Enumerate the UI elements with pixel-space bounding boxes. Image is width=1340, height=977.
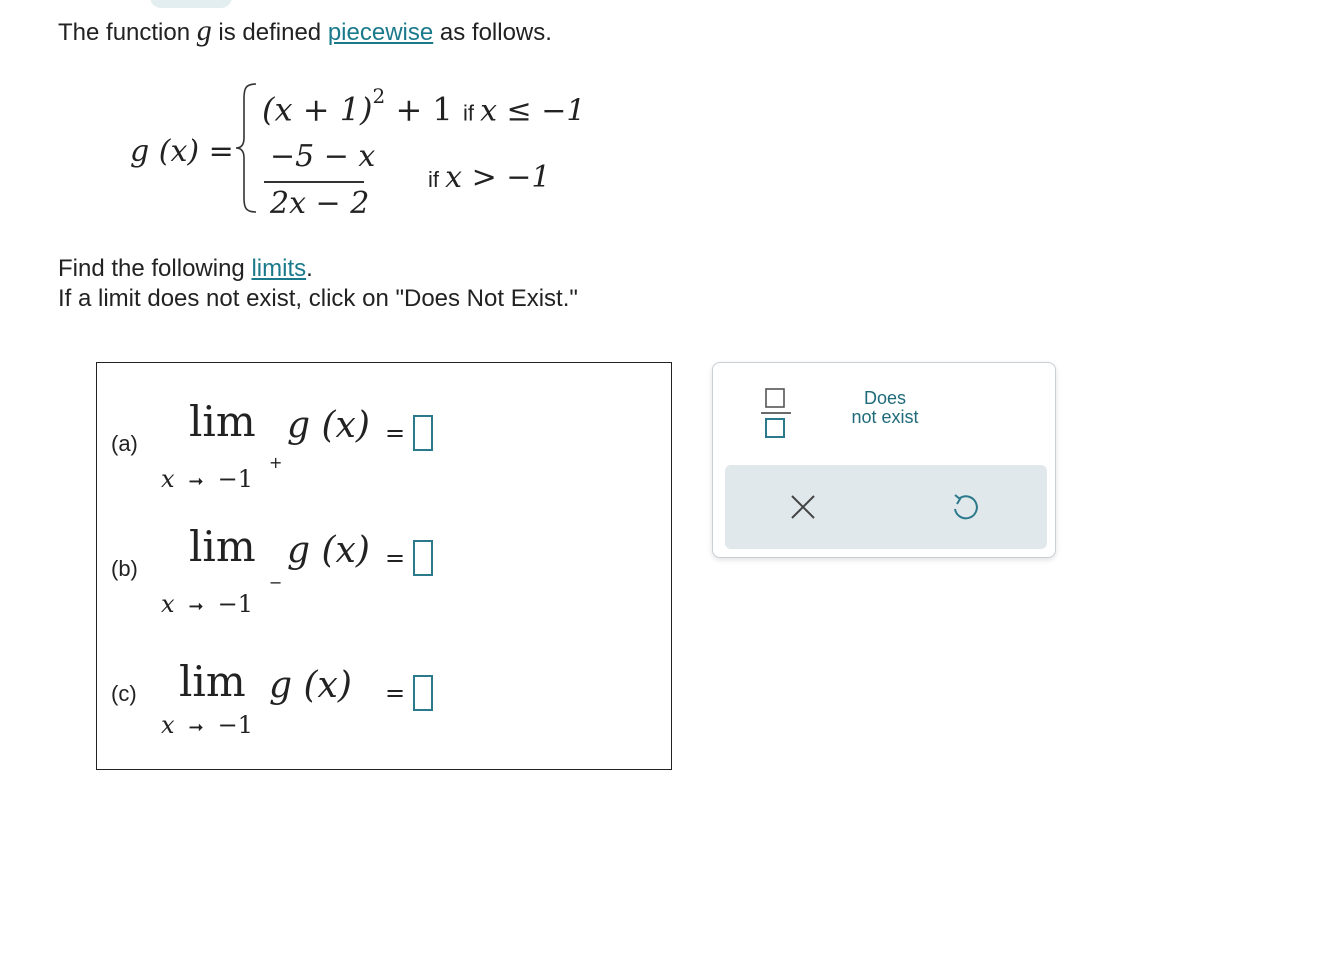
piecewise-definition: g (x) = (x + 1)2 + 1 if x ≤ −1 −5 − x 2x… [0, 0, 700, 240]
part-b-answer-input[interactable] [413, 540, 433, 576]
part-b-target: −1 [217, 590, 254, 618]
part-b-function: g (x) [287, 530, 370, 571]
limit-problems-panel: (a) lim g (x) x ➞ −1 + = (b) lim g (x) x ➞ −… [96, 362, 672, 770]
part-a-target: −1 [217, 465, 254, 493]
left-brace-icon [235, 83, 257, 213]
case2-numerator: −5 − x [270, 139, 376, 174]
case1-condition: x ≤ −1 [480, 93, 586, 129]
part-a-label: (a) [111, 431, 138, 456]
dne-line-1: Does [863, 388, 907, 408]
right-arrow-icon: ➞ [188, 471, 204, 492]
part-c-target: −1 [217, 711, 254, 739]
part-a-side: + [269, 453, 283, 472]
piecewise-case-2-condition: if x > −1 [428, 160, 550, 195]
case2-if: if [428, 167, 446, 192]
case2-fraction-bar [264, 181, 364, 183]
part-a-answer-input[interactable] [413, 415, 433, 451]
part-a-var: x [161, 465, 175, 493]
fraction-template-icon [761, 388, 791, 438]
right-arrow-icon: ➞ [188, 596, 204, 617]
part-b-subscript: x ➞ −1 [161, 590, 253, 618]
does-not-exist-button[interactable]: Does not exist [831, 389, 939, 439]
part-a-lim: lim [189, 397, 256, 446]
case1-if: if [462, 100, 481, 126]
part-b-label: (b) [111, 556, 138, 581]
limits-link[interactable]: limits [251, 255, 306, 282]
close-icon [791, 495, 815, 519]
part-a-equals: = [385, 419, 406, 447]
palette-action-bar [725, 465, 1047, 549]
answer-palette: Does not exist [712, 362, 1056, 558]
part-c-label: (c) [111, 681, 137, 706]
part-c-equals: = [385, 679, 406, 707]
instructions-line-1: Find the following limits. [58, 254, 578, 284]
instructions: Find the following limits. If a limit do… [58, 254, 578, 314]
case1-expression-tail: + 1 [385, 90, 453, 129]
undo-button[interactable] [949, 487, 981, 527]
part-b-equals: = [385, 544, 406, 572]
fraction-button[interactable] [753, 385, 797, 441]
part-c-subscript: x ➞ −1 [161, 711, 253, 739]
part-b-side: − [269, 573, 283, 592]
instructions-prefix: Find the following [58, 255, 252, 282]
instructions-suffix: . [306, 255, 313, 282]
dne-line-2: not exist [851, 407, 919, 427]
undo-icon [954, 494, 978, 520]
part-b-var: x [161, 590, 175, 618]
case1-expression-base: (x + 1) [262, 90, 373, 129]
case2-condition: x > −1 [445, 160, 551, 195]
part-b-lim: lim [189, 522, 256, 571]
part-a-function: g (x) [287, 405, 370, 446]
part-c-lim: lim [179, 657, 246, 706]
part-a-subscript: x ➞ −1 [161, 465, 253, 493]
clear-button[interactable] [787, 487, 819, 527]
part-c-answer-input[interactable] [413, 675, 433, 711]
instructions-line-2: If a limit does not exist, click on "Doe… [58, 285, 578, 312]
right-arrow-icon: ➞ [188, 717, 204, 738]
case2-denominator: 2x − 2 [270, 186, 370, 221]
piecewise-case-1: (x + 1)2 + 1 if x ≤ −1 [262, 84, 586, 129]
part-c-function: g (x) [269, 665, 352, 706]
part-c-var: x [161, 711, 175, 739]
piecewise-lhs: g (x) = [130, 134, 234, 169]
case1-exponent: 2 [372, 84, 386, 108]
